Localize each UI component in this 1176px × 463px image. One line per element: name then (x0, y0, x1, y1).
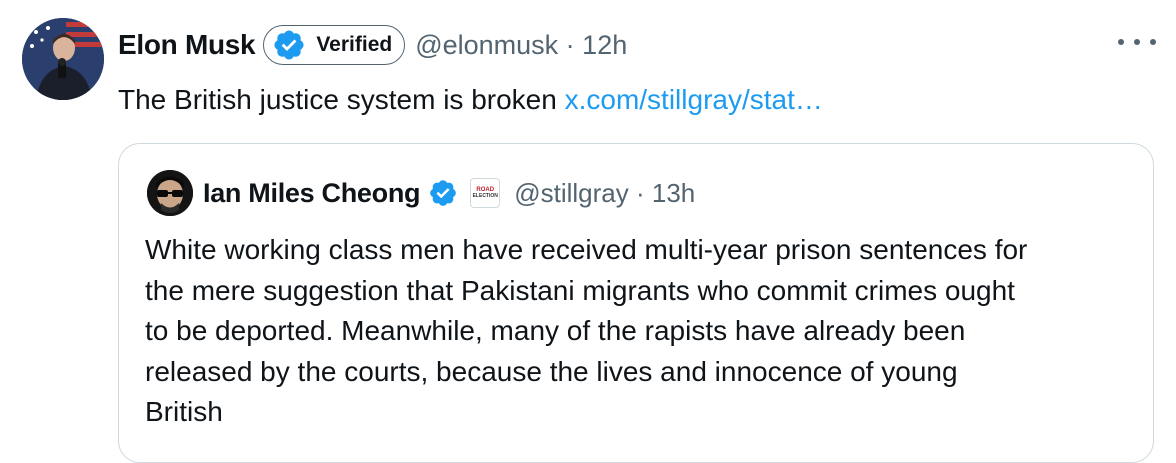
more-dot (1134, 39, 1140, 45)
verified-badge-pill[interactable]: Verified (263, 25, 406, 65)
tweet-text: The British justice system is broken x.c… (118, 80, 823, 120)
tweet-link[interactable]: x.com/stillgray/stat… (565, 84, 823, 115)
quote-header: Ian Miles Cheong ROAD ELECTION @stillgra… (203, 172, 695, 214)
quote-author-handle[interactable]: @stillgray (514, 178, 629, 208)
quote-text-line: the mere suggestion that Pakistani migra… (145, 274, 1015, 306)
tweet-body: The British justice system is broken (118, 84, 557, 115)
author-avatar-image (22, 18, 104, 100)
quote-author-name[interactable]: Ian Miles Cheong (203, 178, 421, 209)
quote-text-line: released by the courts, because the live… (145, 355, 958, 387)
more-dot (1150, 39, 1156, 45)
verified-check-icon (430, 180, 457, 206)
quote-text-line: British (145, 396, 223, 427)
more-dots-icon[interactable] (1118, 30, 1156, 54)
quote-text-line: White working class men have received mu… (145, 234, 1028, 265)
quoted-tweet-card[interactable]: Ian Miles Cheong ROAD ELECTION @stillgra… (118, 143, 1154, 463)
author-name[interactable]: Elon Musk (118, 29, 256, 61)
verified-label: Verified (316, 33, 393, 56)
author-handle[interactable]: @elonmusk (415, 30, 558, 60)
quote-text-line: to be deported. Meanwhile, many of the r… (145, 315, 966, 346)
author-handle-time: @elonmusk · 12h (415, 29, 628, 60)
quote-text: White working class men have received mu… (145, 230, 1145, 433)
author-avatar[interactable] (22, 18, 104, 100)
quote-time[interactable]: 13h (652, 178, 695, 208)
quote-author-avatar-image (147, 170, 193, 216)
quote-author-avatar[interactable] (147, 170, 193, 216)
more-dot (1118, 39, 1124, 45)
tweet-header: Elon Musk Verified @elonmusk · 12h (118, 24, 627, 66)
verified-check-icon (274, 30, 304, 60)
quote-verified-check-icon[interactable] (428, 178, 458, 208)
tweet-time[interactable]: 12h (582, 30, 627, 60)
affiliate-badge-icon[interactable]: ROAD ELECTION (470, 178, 501, 208)
quote-handle-time: @stillgray · 13h (514, 177, 696, 208)
affiliate-badge-line2: ELECTION (472, 193, 498, 199)
